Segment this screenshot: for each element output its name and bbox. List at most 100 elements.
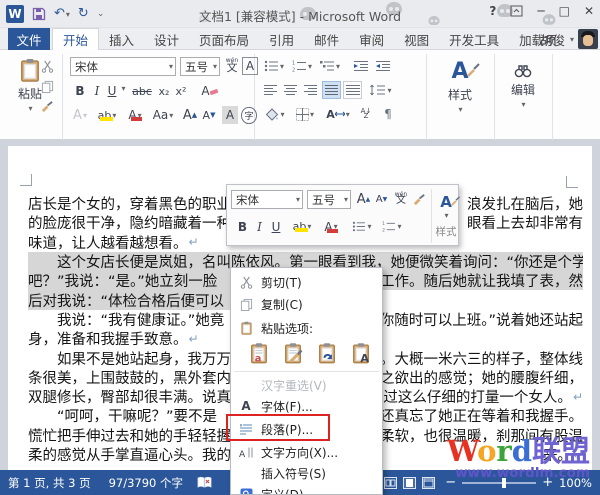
change-case-icon[interactable]: Aa▾ [149,106,177,124]
mini-phonetic-icon[interactable]: wén文 [392,188,410,210]
underline-chevron-icon[interactable]: ▾ [119,84,127,93]
shading-icon[interactable]: ▾ [262,106,288,122]
editing-button[interactable]: 编辑 ▾ [500,60,546,112]
distribute-icon[interactable] [343,81,362,99]
align-left-icon[interactable] [262,82,280,98]
ribbon-display-options-icon[interactable] [510,5,523,17]
strikethrough-icon[interactable]: abc [130,82,154,100]
title-bar: W ↶▾ ↻ ⌄ 文档1 [兼容模式] - Microsoft Word ? ─… [0,0,600,28]
increase-indent-icon[interactable] [374,58,392,74]
paste-icon [231,321,261,335]
svg-text:2: 2 [383,228,386,232]
svg-text:A: A [360,352,369,364]
minimize-icon[interactable]: ─ [537,4,544,18]
asian-layout-icon[interactable]: A ▾ [324,106,352,122]
highlight-color-icon[interactable]: ab▾ [94,106,120,124]
line-spacing-icon[interactable]: ▾ [368,82,394,98]
borders-icon[interactable]: ▾ [292,106,318,122]
tab-page-layout[interactable]: 页面布局 [189,28,259,50]
bold-icon[interactable]: B [72,82,88,100]
mini-bullets-icon[interactable]: ▾ [349,217,375,236]
tab-mailings[interactable]: 邮件 [304,28,349,50]
mini-numbering-icon[interactable]: 12▾ [379,217,405,236]
help-icon[interactable]: ? [489,4,496,18]
show-marks-icon[interactable]: ¶ [380,106,396,122]
enclose-characters-icon[interactable]: 字 [240,106,258,124]
font-color-icon[interactable]: A▾ [123,106,147,124]
context-menu: 剪切(T) 复制(C) 粘贴选项: a A 汉字重选(V) A 字体(F)...… [230,267,383,495]
mini-highlight-icon[interactable]: ab▾ [289,217,315,236]
character-shading-icon[interactable]: A [222,106,238,124]
character-border-icon[interactable]: A [242,57,258,75]
superscript-icon[interactable]: x² [173,82,189,100]
tab-home[interactable]: 开始 [52,28,99,50]
subscript-icon[interactable]: x₂ [156,82,172,100]
tab-developer[interactable]: 开发工具 [439,28,509,50]
paste-keep-source-icon[interactable]: a [245,339,273,367]
maximize-icon[interactable]: □ [559,4,570,18]
ribbon: 粘贴 ▾ 剪贴板 宋体▾ 五号▾ wén 文 A B I U ▾ abc x₂ [0,50,600,140]
underline-icon[interactable]: U [105,82,119,100]
page-indicator[interactable]: 第 1 页, 共 3 页 [8,475,91,491]
tab-file[interactable]: 文件 [8,28,50,50]
paste-text-only-icon[interactable]: A [347,339,375,367]
format-painter-icon[interactable] [38,98,56,114]
menu-item-cut[interactable]: 剪切(T) [231,271,382,293]
justify-icon[interactable] [322,81,341,99]
mini-grow-font-icon[interactable]: A▲ [355,190,372,209]
mini-font-color-icon[interactable]: A▾ [319,217,343,236]
italic-icon[interactable]: I [90,82,104,100]
sort-icon[interactable]: A↓Z [356,106,376,122]
svg-text:2: 2 [292,68,295,73]
clear-formatting-icon[interactable]: A [200,82,220,100]
print-layout-icon[interactable] [403,477,416,489]
cut-icon[interactable] [38,58,56,74]
menu-item-copy[interactable]: 复制(C) [231,293,382,315]
tab-insert[interactable]: 插入 [99,28,144,50]
bullets-icon[interactable]: ▾ [262,58,286,74]
grow-font-icon[interactable]: A▲ [181,106,199,124]
watermark: Word联盟 www.wordlm.com [447,437,590,481]
align-center-icon[interactable] [282,82,300,98]
word-count[interactable]: 97/3790 个字 [109,475,183,491]
web-layout-icon[interactable] [422,477,435,489]
paste-merge-formatting-icon[interactable] [279,339,307,367]
tab-references[interactable]: 引用 [259,28,304,50]
user-menu-chevron-icon[interactable]: ▾ [570,35,574,44]
menu-item-insert-symbol[interactable]: 插入符号(S) [231,463,382,483]
watermark-url: www.wordlm.com [447,467,590,481]
user-name[interactable]: 胡俊 [540,30,565,49]
menu-item-define[interactable]: 定义(D) [231,483,382,495]
proofing-icon[interactable] [197,476,212,489]
menu-item-text-direction[interactable]: A 文字方向(X)... [231,441,382,463]
mini-font-size-combo[interactable]: 五号▾ [307,190,351,209]
text-effects-icon[interactable]: A▾ [70,106,90,124]
mini-format-painter-icon[interactable] [411,190,428,209]
read-mode-icon[interactable] [384,477,397,489]
copy-icon[interactable] [38,78,56,94]
font-size-combo[interactable]: 五号▾ [180,57,220,76]
tab-view[interactable]: 视图 [394,28,439,50]
multilevel-list-icon[interactable]: ▾ [318,58,342,74]
mini-styles-button[interactable]: A ▾ [433,189,459,223]
mini-italic-icon[interactable]: I [253,217,266,236]
numbering-icon[interactable]: 12▾ [290,58,314,74]
paste-link-icon[interactable] [313,339,341,367]
align-right-icon[interactable] [302,82,320,98]
close-icon[interactable]: ✕ [584,4,594,18]
decrease-indent-icon[interactable] [352,58,370,74]
mini-font-name-combo[interactable]: 宋体▾ [231,190,303,209]
shrink-font-icon[interactable]: A▼ [200,106,218,124]
tab-review[interactable]: 审阅 [349,28,394,50]
mini-shrink-font-icon[interactable]: A▼ [373,190,390,209]
styles-button[interactable]: A 样式 ▾ [434,60,486,112]
mini-bold-icon[interactable]: B [235,217,250,236]
text-direction-icon: A [231,446,261,459]
mini-underline-icon[interactable]: U [269,217,283,236]
phonetic-guide-icon[interactable]: wén 文 [224,55,240,77]
zoom-slider[interactable] [462,482,536,484]
user-avatar[interactable] [578,29,598,49]
font-name-combo[interactable]: 宋体▾ [70,57,176,76]
svg-text:1: 1 [383,221,386,227]
tab-design[interactable]: 设计 [144,28,189,50]
